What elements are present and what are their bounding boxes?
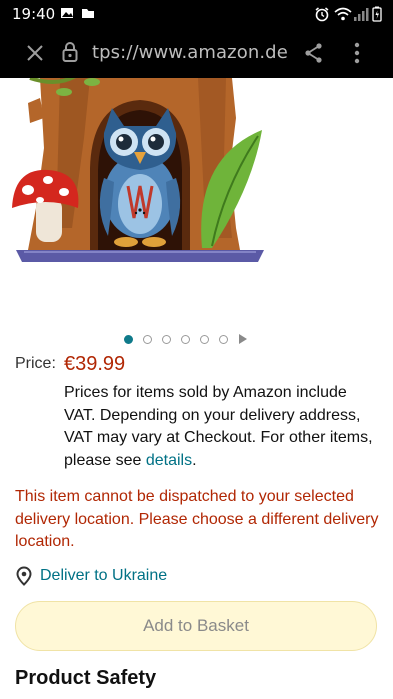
share-icon[interactable]	[304, 42, 324, 64]
battery-icon	[372, 6, 382, 22]
vat-note: Prices for items sold by Amazon include …	[64, 382, 382, 472]
details-link[interactable]: details	[146, 452, 192, 469]
deliver-to-link[interactable]: Deliver to Ukraine	[15, 565, 167, 587]
url-bar[interactable]: tps://www.amazon.de/S	[92, 42, 288, 63]
play-video-icon[interactable]	[239, 334, 247, 344]
product-image[interactable]	[0, 78, 393, 268]
price-label: Price:	[15, 355, 56, 372]
gallery-notification-icon	[61, 8, 73, 18]
price-value: €39.99	[64, 353, 126, 375]
location-pin-icon	[16, 566, 32, 586]
carousel-dot-5[interactable]	[200, 334, 209, 344]
wifi-icon	[334, 7, 352, 21]
close-icon[interactable]	[25, 43, 45, 63]
status-time: 19:40	[12, 5, 56, 23]
product-safety-heading: Product Safety	[15, 667, 157, 689]
add-to-basket-button[interactable]: Add to Basket	[15, 601, 377, 651]
carousel-dot-4[interactable]	[181, 334, 190, 344]
folder-notification-icon	[82, 9, 94, 18]
image-carousel-indicator	[124, 332, 247, 346]
vat-note-suffix: .	[192, 451, 197, 469]
carousel-dot-6[interactable]	[219, 334, 228, 344]
cell-signal-icon	[354, 8, 369, 21]
carousel-dot-3[interactable]	[162, 334, 171, 344]
status-bar: 19:40	[0, 0, 393, 28]
delivery-warning: This item cannot be dispatched to your s…	[15, 488, 379, 550]
alarm-icon	[315, 7, 329, 22]
carousel-dot-2[interactable]	[143, 334, 152, 344]
deliver-to-text[interactable]: Deliver to Ukraine	[40, 567, 167, 585]
more-options-icon[interactable]	[352, 41, 362, 65]
browser-toolbar: tps://www.amazon.de/S	[0, 28, 393, 78]
lock-icon[interactable]	[61, 41, 79, 63]
carousel-dot-1[interactable]	[124, 334, 133, 344]
vat-note-text: Prices for items sold by Amazon include …	[64, 384, 373, 469]
